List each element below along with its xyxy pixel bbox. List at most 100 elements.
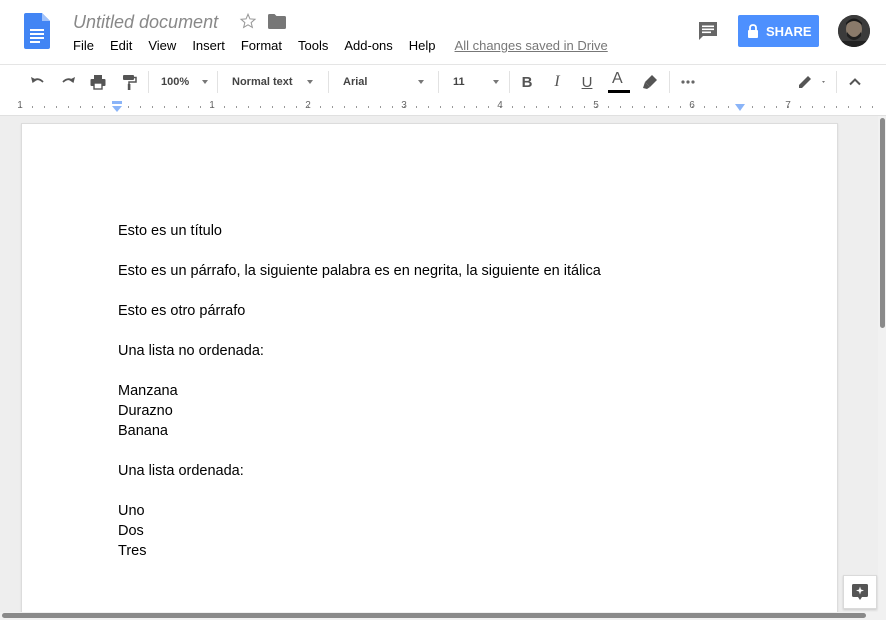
document-canvas: Esto es un título Esto es un párrafo, la…: [0, 116, 878, 612]
ruler-tick: [572, 106, 573, 108]
redo-button[interactable]: [56, 65, 80, 99]
horizontal-scrollbar[interactable]: [2, 613, 866, 618]
redo-icon: [62, 77, 75, 83]
save-status-link[interactable]: All changes saved in Drive: [455, 38, 608, 54]
menu-tools[interactable]: Tools: [298, 38, 328, 54]
ruler-tick: [140, 106, 141, 108]
ruler-tick: [392, 106, 393, 108]
ruler-number: 4: [497, 100, 503, 111]
ruler-tick: [812, 106, 813, 108]
ruler-tick: [68, 106, 69, 108]
vertical-scrollbar[interactable]: [880, 118, 885, 328]
menu-view[interactable]: View: [148, 38, 176, 54]
italic-button[interactable]: I: [545, 65, 569, 99]
ruler-tick: [260, 106, 261, 108]
font-family-dropdown[interactable]: Arial: [343, 65, 428, 99]
paint-format-button[interactable]: [117, 65, 141, 99]
user-avatar[interactable]: [838, 15, 870, 47]
ruler-tick: [716, 106, 717, 108]
ruler-tick: [824, 106, 825, 108]
horizontal-ruler[interactable]: 1 1 2 3 4 5 6 7: [0, 99, 886, 116]
unordered-list-label[interactable]: Una lista no ordenada:: [118, 341, 758, 361]
ruler-tick: [32, 106, 33, 108]
ruler-tick: [224, 106, 225, 108]
ruler-tick: [512, 106, 513, 108]
menu-help[interactable]: Help: [409, 38, 436, 54]
star-icon[interactable]: [239, 12, 257, 30]
ruler-tick: [440, 106, 441, 108]
ruler-tick: [272, 106, 273, 108]
list-item[interactable]: Manzana: [118, 381, 758, 401]
chevron-down-icon: [493, 80, 499, 84]
highlight-color-button[interactable]: [638, 65, 662, 99]
ruler-tick: [680, 106, 681, 108]
menu-insert[interactable]: Insert: [192, 38, 225, 54]
ruler-number: 3: [401, 100, 407, 111]
document-body[interactable]: Esto es un título Esto es un párrafo, la…: [118, 221, 758, 561]
paint-format-icon: [123, 75, 137, 90]
ruler-tick: [632, 106, 633, 108]
share-button-label: SHARE: [766, 23, 812, 39]
explore-icon: [852, 584, 868, 600]
chevron-down-icon: [418, 80, 424, 84]
ruler-tick: [728, 106, 729, 108]
ruler-tick: [128, 106, 129, 108]
ruler-tick: [428, 106, 429, 108]
list-item[interactable]: Durazno: [118, 401, 758, 421]
ruler-tick: [776, 106, 777, 108]
more-horizontal-icon: [681, 80, 695, 84]
chevron-up-icon: [849, 78, 861, 86]
explore-button[interactable]: [843, 575, 877, 609]
ruler-tick: [152, 106, 153, 108]
underline-button[interactable]: U: [575, 65, 599, 99]
doc-paragraph[interactable]: Esto es un párrafo, la siguiente palabra…: [118, 261, 758, 281]
ruler-tick: [92, 106, 93, 108]
menu-addons[interactable]: Add-ons: [344, 38, 392, 54]
text-color-button[interactable]: A: [606, 65, 630, 99]
ruler-tick: [764, 106, 765, 108]
ruler-number: 1: [17, 100, 23, 111]
ruler-tick: [476, 106, 477, 108]
chevron-down-icon: [307, 80, 313, 84]
ruler-tick: [248, 106, 249, 108]
ruler-tick: [296, 106, 297, 108]
text-color-swatch: [608, 90, 630, 93]
menu-edit[interactable]: Edit: [110, 38, 132, 54]
lock-icon: [748, 24, 758, 38]
ruler-tick: [356, 106, 357, 108]
google-docs-logo-icon[interactable]: [24, 13, 50, 49]
list-item[interactable]: Dos: [118, 521, 758, 541]
font-size-dropdown[interactable]: 11: [453, 65, 503, 99]
ordered-list-label[interactable]: Una lista ordenada:: [118, 461, 758, 481]
menu-bar: File Edit View Insert Format Tools Add-o…: [73, 38, 608, 54]
document-page[interactable]: Esto es un título Esto es un párrafo, la…: [21, 123, 838, 612]
toolbar-separator: [836, 71, 837, 93]
ruler-tick: [200, 106, 201, 108]
collapse-toolbar-button[interactable]: [843, 65, 867, 99]
share-button[interactable]: SHARE: [738, 15, 819, 47]
folder-icon[interactable]: [268, 14, 286, 29]
undo-button[interactable]: [26, 65, 50, 99]
menu-format[interactable]: Format: [241, 38, 282, 54]
right-indent-marker-icon[interactable]: [734, 103, 746, 113]
ruler-tick: [848, 106, 849, 108]
highlighter-icon: [643, 75, 657, 89]
list-item[interactable]: Uno: [118, 501, 758, 521]
bold-button[interactable]: B: [515, 65, 539, 99]
list-item[interactable]: Tres: [118, 541, 758, 561]
ruler-tick: [176, 106, 177, 108]
left-indent-marker-icon[interactable]: [111, 101, 123, 113]
zoom-dropdown[interactable]: 100%: [161, 65, 211, 99]
list-item[interactable]: Banana: [118, 421, 758, 441]
comments-icon[interactable]: [697, 20, 719, 42]
editing-mode-button[interactable]: [794, 65, 830, 99]
print-button[interactable]: [86, 65, 110, 99]
more-options-button[interactable]: [676, 65, 700, 99]
paragraph-style-dropdown[interactable]: Normal text: [232, 65, 322, 99]
document-title[interactable]: Untitled document: [73, 12, 218, 33]
menu-file[interactable]: File: [73, 38, 94, 54]
ruler-tick: [344, 106, 345, 108]
doc-title-line[interactable]: Esto es un título: [118, 221, 758, 241]
ruler-tick: [548, 106, 549, 108]
doc-paragraph[interactable]: Esto es otro párrafo: [118, 301, 758, 321]
